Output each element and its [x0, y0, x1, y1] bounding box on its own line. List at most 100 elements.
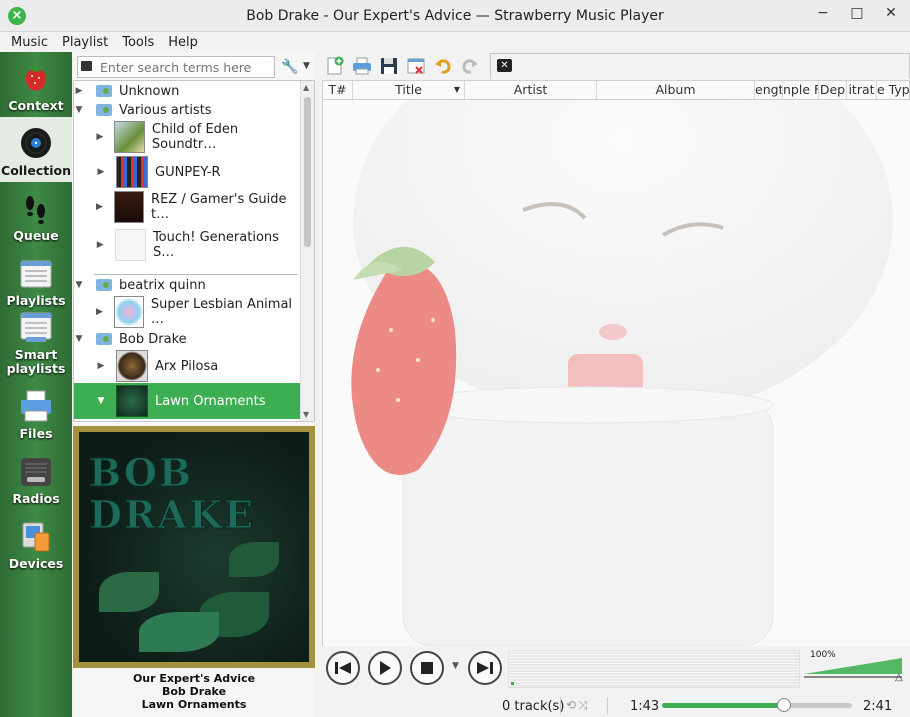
tree-row-album[interactable]: ▶ Touch! Generations S… — [74, 225, 300, 265]
new-playlist-icon[interactable] — [324, 55, 346, 77]
chevron-down-icon[interactable]: ▼ — [74, 280, 84, 290]
load-playlist-icon[interactable] — [351, 55, 373, 77]
chevron-right-icon[interactable]: ▶ — [95, 132, 105, 142]
chevron-down-icon[interactable]: ▼ — [74, 105, 84, 115]
scroll-down-icon[interactable]: ▼ — [303, 410, 309, 419]
sidebar-item-smart-playlists[interactable]: Smart playlists — [0, 312, 72, 380]
album-art-text: BOB DRAKE — [89, 450, 256, 537]
tree-row-album-selected[interactable]: ▼ Lawn Ornaments — [74, 383, 300, 419]
tree-divider — [94, 274, 298, 275]
now-playing-album: Lawn Ornaments — [141, 698, 247, 711]
sidebar-item-playlists[interactable]: Playlists — [0, 247, 72, 312]
menu-help[interactable]: Help — [161, 35, 205, 50]
chevron-down-icon[interactable]: ▼ — [96, 396, 106, 406]
album-cover — [114, 121, 145, 153]
tree-row-artist[interactable]: ▼ Bob Drake — [74, 331, 300, 347]
menu-music[interactable]: Music — [4, 35, 55, 50]
menu-playlist[interactable]: Playlist — [55, 35, 115, 50]
collection-panel: 🔧 ▼ ▶ Unknown ▼ Various artists ▶ Child … — [73, 52, 315, 717]
tree-row-artist[interactable]: ▼ Various artists — [74, 102, 300, 118]
playlist-area[interactable] — [322, 100, 910, 646]
col-file-type[interactable]: e Typ — [877, 81, 909, 99]
sidebar-item-devices[interactable]: Devices — [0, 510, 72, 575]
previous-icon — [335, 662, 351, 674]
playlist-header: T# Title ▼ Artist Album engt nple F Dep i… — [322, 80, 910, 100]
tree-scrollbar[interactable]: ▲ ▼ — [300, 81, 314, 421]
tree-row-album[interactable]: ▶ GUNPEY-R — [74, 155, 300, 189]
seek-bar[interactable] — [662, 698, 852, 712]
redo-icon[interactable] — [459, 55, 481, 77]
next-button[interactable] — [468, 651, 502, 685]
chevron-right-icon[interactable]: ▶ — [74, 86, 84, 96]
minimize-icon[interactable]: − — [814, 5, 832, 21]
playlist-panel: ✕ T# Title ▼ Artist Album engt nple F Dep… — [322, 52, 910, 717]
col-sample-rate[interactable]: nple F — [783, 81, 819, 99]
chevron-right-icon[interactable]: ▶ — [95, 202, 104, 212]
tree-row-artist[interactable]: ▶ Unknown — [74, 83, 300, 99]
folder-icon — [96, 85, 112, 97]
volume-label: 100% — [810, 650, 836, 660]
stop-options-chevron-icon[interactable]: ▼ — [452, 661, 459, 671]
title-bar: × Bob Drake - Our Expert's Advice — Stra… — [0, 0, 910, 32]
window-title: Bob Drake - Our Expert's Advice — Strawb… — [246, 7, 664, 24]
repeat-shuffle-icon[interactable]: ⟲⤨ — [566, 698, 590, 713]
tree-row-artist[interactable]: ▼ beatrix quinn — [74, 277, 300, 293]
col-title[interactable]: Title ▼ — [353, 81, 465, 99]
wrench-icon[interactable]: 🔧 — [281, 59, 298, 75]
stop-icon — [421, 662, 433, 674]
chevron-right-icon[interactable]: ▶ — [95, 240, 105, 250]
album-art: BOB DRAKE — [73, 426, 315, 668]
chevron-right-icon[interactable]: ▶ — [96, 361, 106, 371]
play-button[interactable] — [368, 651, 402, 685]
collection-tree: ▶ Unknown ▼ Various artists ▶ Child of E… — [73, 80, 315, 422]
album-cover — [113, 296, 144, 328]
menu-bar: Music Playlist Tools Help — [0, 32, 910, 52]
col-album[interactable]: Album — [597, 81, 755, 99]
seek-handle[interactable] — [776, 698, 791, 712]
chevron-down-icon[interactable]: ▼ — [303, 61, 310, 71]
scroll-up-icon[interactable]: ▲ — [303, 83, 309, 92]
app-close-icon[interactable]: × — [8, 7, 26, 25]
search-input[interactable] — [77, 56, 275, 78]
volume-control[interactable]: 100% △ — [802, 650, 908, 688]
sidebar-item-files[interactable]: Files — [0, 380, 72, 445]
chevron-down-icon[interactable]: ▼ — [74, 334, 84, 344]
clear-playlist-icon[interactable] — [405, 55, 427, 77]
stop-button[interactable] — [410, 651, 444, 685]
col-track-number[interactable]: T# — [323, 81, 353, 99]
total-time: 2:41 — [863, 699, 893, 714]
sidebar-item-queue[interactable]: Queue — [0, 182, 72, 247]
maximize-icon[interactable]: □ — [848, 5, 866, 21]
menu-tools[interactable]: Tools — [115, 35, 161, 50]
previous-button[interactable] — [326, 651, 360, 685]
tree-row-album[interactable]: ▶ Super Lesbian Animal … — [74, 295, 300, 329]
chevron-right-icon[interactable]: ▶ — [96, 167, 106, 177]
sidebar-item-context[interactable]: Context — [0, 52, 72, 117]
close-icon[interactable]: ✕ — [882, 5, 900, 21]
col-bit-depth[interactable]: Dep — [819, 81, 847, 99]
sidebar-item-radios[interactable]: Radios — [0, 445, 72, 510]
close-tab-icon[interactable]: ✕ — [497, 59, 512, 72]
col-bitrate[interactable]: itrat — [847, 81, 877, 99]
sidebar-item-collection[interactable]: Collection — [0, 117, 72, 182]
album-cover — [113, 191, 145, 223]
scroll-thumb[interactable] — [304, 97, 311, 247]
col-length[interactable]: engt — [755, 81, 783, 99]
chevron-right-icon[interactable]: ▶ — [95, 307, 104, 317]
sidebar: Context Collection Queue Playlists Smart… — [0, 52, 72, 717]
tree-row-album[interactable]: ▶ Child of Eden Soundtr… — [74, 120, 300, 154]
now-playing-title: Our Expert's Advice — [132, 672, 256, 685]
printer-files-icon — [19, 389, 53, 423]
footprints-icon — [19, 191, 53, 225]
volume-handle[interactable]: △ — [895, 672, 903, 683]
seek-progress — [662, 703, 784, 708]
save-playlist-icon[interactable] — [378, 55, 400, 77]
folder-icon — [96, 279, 112, 291]
album-cover — [116, 156, 148, 188]
undo-icon[interactable] — [432, 55, 454, 77]
tree-row-album[interactable]: ▶ Arx Pilosa — [74, 349, 300, 383]
tree-row-album[interactable]: ▶ REZ / Gamer's Guide t… — [74, 190, 300, 224]
now-playing-artist: Bob Drake — [161, 685, 227, 698]
spectrum-analyzer[interactable] — [508, 650, 800, 688]
col-artist[interactable]: Artist — [465, 81, 597, 99]
